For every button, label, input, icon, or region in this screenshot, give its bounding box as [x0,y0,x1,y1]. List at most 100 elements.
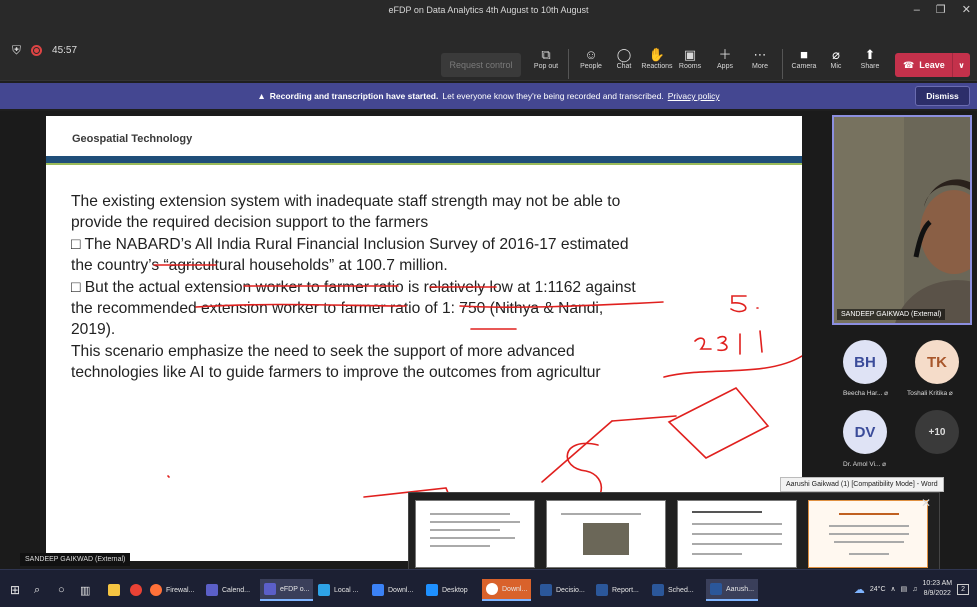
chrome-icon [486,583,498,595]
ink-diamond [667,386,770,459]
recording-icon [31,44,43,56]
taskbar-app[interactable]: Firewal... [150,579,194,601]
taskbar-app[interactable]: Report... [596,579,639,601]
rooms-icon: ▣ [683,47,697,62]
warning-icon: ▲ [257,91,266,101]
start-button[interactable]: ⊞ [10,579,20,601]
preview-thumbnail[interactable] [546,500,666,568]
participant-name: Dr. Amol Vi... ⌀ [843,461,887,468]
banner-text: Let everyone know they're being recorded… [442,91,664,101]
taskbar-app[interactable]: Decisio... [540,579,585,601]
taskbar-app[interactable]: Sched... [652,579,694,601]
teams-icon [264,583,276,595]
ink-stroke2 [611,415,677,422]
self-name-label: SANDEEP GAIKWAD (External) [837,309,946,320]
folder-icon [108,584,120,596]
maximize-icon[interactable]: ❐ [936,3,946,16]
ink-underline-extension [195,303,407,308]
more-participants-button[interactable]: +10 [915,410,959,454]
dismiss-button[interactable]: Dismiss [915,86,970,106]
rooms-button[interactable]: ▣ Rooms [670,47,710,70]
avatar[interactable]: DV [843,410,887,454]
apps-button[interactable]: ＋ Apps [705,47,745,70]
search-icon: ⌕ [34,583,41,596]
desktop-icon [426,584,438,596]
word-icon [652,584,664,596]
weather-temp[interactable]: 24°C [870,586,886,593]
taskbar-app[interactable]: eFDP o... [260,579,314,601]
avatar[interactable]: BH [843,340,887,384]
teams-icon [206,584,218,596]
preview-thumbnail[interactable] [415,500,535,568]
ink-mark-5 [730,295,747,313]
recording-banner: ▲ Recording and transcription have start… [0,83,977,109]
mic-off-icon: ⌀ [948,390,953,397]
ink-stroke [541,420,613,483]
weather-icon[interactable]: ☁ [854,583,865,596]
chevron-up-icon[interactable]: ∧ [891,585,896,593]
minimize-icon[interactable]: – [914,4,920,16]
windows-icon: ⊞ [10,583,21,597]
pop-out-button[interactable]: ⧉ Pop out [526,47,566,70]
search-button[interactable]: ⌕ [34,579,40,601]
ink-line-long [663,355,802,378]
shield-icon[interactable]: ⛨ [12,43,21,58]
circle-icon: ○ [58,584,65,596]
video-feed [834,117,970,323]
share-button[interactable]: ⬆ Share [850,47,890,70]
volume-icon[interactable]: ♫ [912,586,917,593]
participant-name: Beecha Har... ⌀ [843,390,889,397]
task-view-icon: ▥ [80,584,91,597]
avatar[interactable]: TK [915,340,959,384]
request-control-button[interactable]: Request control [441,53,521,77]
word-icon [710,583,722,595]
firefox-icon [150,584,162,596]
title-bar: eFDP on Data Analytics 4th August to 10t… [0,0,977,19]
phone-icon: ☎ [903,59,915,70]
close-icon[interactable]: ✕ [921,496,931,510]
chevron-down-icon[interactable]: ∨ [952,53,970,77]
video-tile-self[interactable]: SANDEEP GAIKWAD (External) [832,115,972,325]
leave-button[interactable]: ☎ Leave ∨ [895,53,970,77]
teams-meeting-window: eFDP on Data Analytics 4th August to 10t… [0,0,977,607]
banner-bold-text: Recording and transcription have started… [269,91,439,101]
taskbar-app[interactable]: Aarush... [706,579,759,601]
file-explorer-button[interactable] [108,579,120,601]
mic-off-icon: ⌀ [884,390,889,397]
participant-name: Toshali Kritika ⌀ [907,390,953,397]
system-tray: ☁ 24°C ∧ ▤ ♫ 10:23 AM 8/9/2022 2 [854,575,969,603]
chrome-button[interactable] [130,579,142,601]
chrome-icon [130,584,142,596]
taskbar-app[interactable]: Downl... [372,579,413,601]
clock[interactable]: 10:23 AM 8/9/2022 [923,579,953,599]
ink-dot [167,475,170,478]
download-icon [372,584,384,596]
share-icon: ⬆ [864,47,876,62]
windows-taskbar: ⊞ ⌕ ○ ▥ Firewal... Calend... eFDP o... L… [0,569,977,607]
taskbar-tooltip: Aarushi Gaikwad (1) [Compatibility Mode]… [780,477,944,492]
ink-mark-23 [694,330,763,355]
cortana-button[interactable]: ○ [58,579,65,601]
window-title: eFDP on Data Analytics 4th August to 10t… [388,4,589,15]
close-icon[interactable]: ✕ [962,3,971,16]
preview-thumbnail[interactable] [808,500,928,568]
mic-off-icon: ⌀ [882,461,887,468]
network-icon [318,584,330,596]
network-icon[interactable]: ▤ [901,585,908,593]
task-view-button[interactable]: ▥ [80,579,90,601]
pop-out-icon: ⧉ [541,47,551,62]
taskbar-app[interactable]: Desktop [426,579,468,601]
notification-icon[interactable]: 2 [957,583,969,595]
preview-thumbnail[interactable] [677,500,797,568]
meeting-timer: 45:57 [52,44,78,56]
taskbar-app[interactable]: Downl... [482,579,532,601]
more-icon: ⋯ [753,47,767,62]
more-button[interactable]: ⋯ More [740,47,780,70]
taskbar-app[interactable]: Local ... [318,579,359,601]
plus-icon: ＋ [718,47,732,62]
presenter-caption: SANDEEP GAIKWAD (External) [20,553,131,566]
taskbar-app[interactable]: Calend... [206,579,250,601]
ink-underline-ratio [459,301,664,309]
meeting-toolbar: ⛨ 45:57 Request control ⧉ Pop out ☺ People… [0,19,977,81]
privacy-policy-link[interactable]: Privacy policy [668,91,720,101]
